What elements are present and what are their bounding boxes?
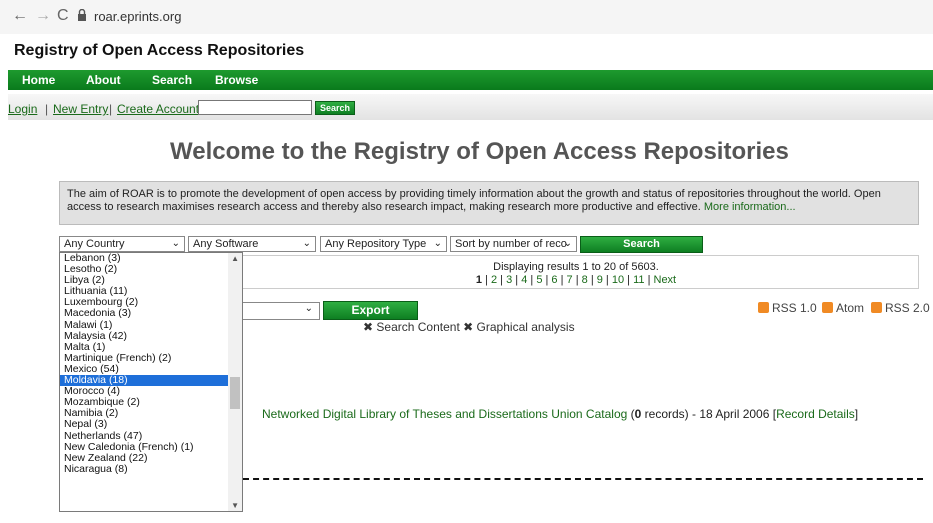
country-option[interactable]: Macedonia (3) bbox=[60, 308, 242, 319]
page-link[interactable]: 11 bbox=[633, 274, 644, 286]
menu-about[interactable]: About bbox=[86, 73, 121, 87]
page-title: Welcome to the Registry of Open Access R… bbox=[170, 138, 789, 165]
rss1-feed-link[interactable]: RSS 1.0 bbox=[758, 301, 817, 315]
record-details-link[interactable]: Record Details bbox=[776, 407, 855, 421]
browser-toolbar: ← → C roar.eprints.org bbox=[0, 0, 933, 34]
pagination: 1 | 2 | 3 | 4 | 5 | 6 | 7 | 8 | 9 | 10 |… bbox=[234, 274, 918, 287]
software-select[interactable]: Any Software ⌄ bbox=[188, 236, 316, 252]
country-value: Any Country bbox=[64, 238, 125, 250]
country-option[interactable]: Nepal (3) bbox=[60, 419, 242, 430]
country-option[interactable]: Malawi (1) bbox=[60, 319, 242, 331]
chevron-down-icon: ⌄ bbox=[171, 238, 180, 249]
analysis-tools: ✖ Search Content ✖ Graphical analysis bbox=[363, 320, 575, 334]
menu-home[interactable]: Home bbox=[22, 73, 55, 87]
sub-navigation: Login | New Entry | Create Account Searc… bbox=[8, 94, 933, 120]
separator: | bbox=[482, 274, 491, 286]
country-select[interactable]: Any Country ⌄ bbox=[59, 236, 185, 252]
login-link[interactable]: Login bbox=[8, 102, 37, 116]
atom-feed-link[interactable]: Atom bbox=[822, 301, 864, 315]
search-button[interactable]: Search bbox=[580, 236, 703, 253]
back-icon[interactable]: ← bbox=[12, 7, 28, 25]
record-text: ( bbox=[627, 407, 635, 421]
next-page-link[interactable]: Next bbox=[654, 274, 677, 286]
record-text: ] bbox=[854, 407, 859, 421]
record-text: records) - 18 April 2006 [ bbox=[641, 407, 777, 421]
software-value: Any Software bbox=[193, 238, 259, 250]
graphical-analysis-link[interactable]: Graphical analysis bbox=[477, 320, 575, 334]
scroll-down-icon[interactable]: ▼ bbox=[231, 501, 239, 510]
separator: | bbox=[527, 274, 537, 286]
repository-type-value: Any Repository Type bbox=[325, 238, 427, 250]
more-information-link[interactable]: More information... bbox=[704, 201, 796, 213]
separator: | bbox=[624, 274, 634, 286]
chevron-down-icon: ⌄ bbox=[433, 238, 442, 249]
separator: | bbox=[497, 274, 507, 286]
rss-icon bbox=[871, 302, 882, 313]
separator: | bbox=[572, 274, 582, 286]
separator: | bbox=[557, 274, 567, 286]
results-count: Displaying results 1 to 20 of 5603. bbox=[493, 261, 659, 273]
tools-icon: ✖ bbox=[363, 320, 374, 334]
quick-search-button[interactable]: Search bbox=[315, 101, 355, 115]
forward-icon[interactable]: → bbox=[35, 7, 51, 25]
record-title-link[interactable]: Networked Digital Library of Theses and … bbox=[262, 407, 627, 421]
reload-icon[interactable]: C bbox=[57, 7, 69, 25]
create-account-link[interactable]: Create Account bbox=[117, 102, 199, 116]
rss2-label: RSS 2.0 bbox=[885, 301, 930, 315]
results-summary: Displaying results 1 to 20 of 5603. 1 | … bbox=[233, 255, 919, 289]
site-title: Registry of Open Access Repositories bbox=[14, 42, 305, 59]
search-content-link[interactable]: Search Content bbox=[376, 320, 459, 334]
country-option[interactable]: Nicaragua (8) bbox=[60, 463, 242, 475]
atom-label: Atom bbox=[836, 301, 865, 315]
menu-browse[interactable]: Browse bbox=[215, 73, 258, 87]
dropdown-scrollbar[interactable]: ▲ ▼ bbox=[228, 253, 242, 511]
separator: | bbox=[644, 274, 654, 286]
new-entry-link[interactable]: New Entry bbox=[53, 102, 108, 116]
chevron-down-icon: ⌄ bbox=[304, 303, 313, 314]
country-dropdown-list[interactable]: Lebanon (3) Lesotho (2) Libya (2) Lithua… bbox=[59, 252, 243, 512]
rss-icon bbox=[758, 302, 769, 313]
address-bar[interactable]: roar.eprints.org bbox=[94, 9, 181, 24]
scroll-up-icon[interactable]: ▲ bbox=[231, 254, 239, 263]
rss2-feed-link[interactable]: RSS 2.0 bbox=[871, 301, 930, 315]
sort-value: Sort by number of reco bbox=[455, 238, 567, 250]
separator: | bbox=[602, 274, 612, 286]
record-entry: Networked Digital Library of Theses and … bbox=[262, 407, 858, 421]
main-menu: Home About Search Browse bbox=[8, 70, 933, 90]
chevron-down-icon: ⌄ bbox=[302, 238, 311, 249]
repository-type-select[interactable]: Any Repository Type ⌄ bbox=[320, 236, 447, 252]
rss1-label: RSS 1.0 bbox=[772, 301, 817, 315]
chevron-down-icon: ⌄ bbox=[563, 238, 572, 249]
separator: | bbox=[587, 274, 597, 286]
menu-search[interactable]: Search bbox=[152, 73, 192, 87]
tools-icon: ✖ bbox=[463, 320, 474, 334]
export-button[interactable]: Export bbox=[323, 301, 418, 320]
divider bbox=[243, 478, 923, 480]
separator: | bbox=[512, 274, 522, 286]
separator: | bbox=[45, 102, 49, 116]
scroll-thumb[interactable] bbox=[230, 377, 240, 409]
sort-select[interactable]: Sort by number of reco ⌄ bbox=[450, 236, 577, 252]
separator: | bbox=[109, 102, 113, 116]
page-link[interactable]: 10 bbox=[612, 274, 624, 286]
quick-search-input[interactable] bbox=[198, 100, 312, 115]
country-option[interactable]: Netherlands (47) bbox=[60, 430, 242, 442]
aim-statement: The aim of ROAR is to promote the develo… bbox=[59, 181, 919, 225]
rss-icon bbox=[822, 302, 833, 313]
lock-icon bbox=[78, 9, 86, 21]
